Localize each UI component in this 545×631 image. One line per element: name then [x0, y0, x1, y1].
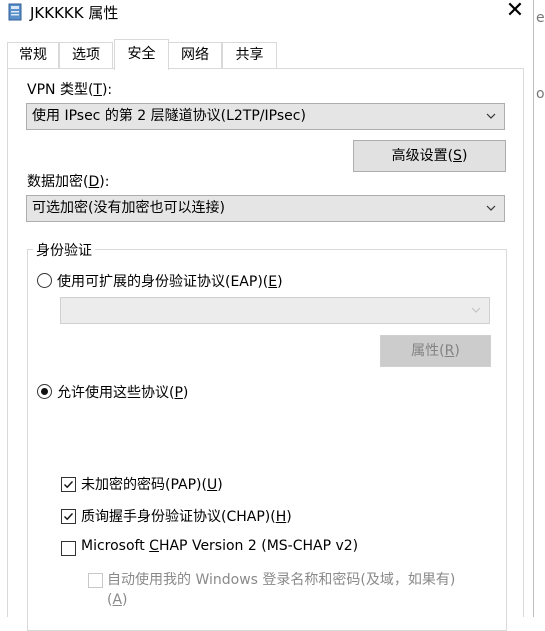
checkmark-icon	[64, 481, 74, 489]
connection-icon	[8, 3, 22, 21]
encryption-value: 可选加密(没有加密也可以连接)	[32, 200, 225, 216]
tab-sharing[interactable]: 共享	[222, 42, 277, 69]
ms-chap-v2-label[interactable]: Microsoft CHAP Version 2 (MS-CHAP v2)	[81, 538, 358, 554]
ms-chap-v2-checkbox[interactable]	[61, 541, 76, 556]
background-text: o	[536, 86, 545, 102]
advanced-settings-button[interactable]: 高级设置(S)	[353, 140, 506, 172]
close-icon: ✕	[505, 0, 525, 23]
authentication-legend: 身份验证	[33, 240, 95, 260]
vpn-type-value: 使用 IPsec 的第 2 层隧道协议(L2TP/IPsec)	[32, 108, 306, 124]
encryption-select[interactable]: 可选加密(没有加密也可以连接)	[26, 195, 505, 222]
eap-radio-label[interactable]: 使用可扩展的身份验证协议(EAP)(E)	[57, 271, 283, 291]
encryption-label: 数据加密(D):	[27, 174, 110, 190]
chevron-down-icon	[471, 298, 481, 323]
allow-protocols-label[interactable]: 允许使用这些协议(P)	[57, 382, 188, 402]
tab-security[interactable]: 安全	[114, 39, 169, 70]
chap-checkbox[interactable]	[61, 509, 76, 524]
checkmark-icon	[64, 513, 74, 521]
close-button[interactable]: ✕	[497, 0, 533, 24]
pap-label[interactable]: 未加密的密码(PAP)(U)	[81, 474, 223, 494]
chevron-down-icon	[486, 104, 496, 129]
tab-options[interactable]: 选项	[59, 42, 113, 69]
auto-logon-checkbox[interactable]	[88, 573, 103, 588]
allow-protocols-radio[interactable]	[37, 384, 52, 399]
window-title: JKKKKK 属性	[30, 4, 119, 22]
chap-label[interactable]: 质询握手身份验证协议(CHAP)(H)	[81, 506, 292, 526]
pap-checkbox[interactable]	[61, 477, 76, 492]
properties-dialog: JKKKKK 属性 ✕ 常规 选项 安全 网络 共享 VPN 类型(T): 使用…	[0, 0, 533, 631]
chevron-down-icon	[486, 196, 496, 221]
eap-properties-button[interactable]: 属性(R)	[380, 335, 491, 367]
auto-logon-label[interactable]: 自动使用我的 Windows 登录名称和密码(及域，如果有) (A)	[107, 570, 497, 610]
eap-radio[interactable]	[37, 273, 52, 288]
background-text: er	[536, 10, 545, 26]
vpn-type-label: VPN 类型(T):	[27, 82, 113, 98]
radio-selected-dot	[41, 388, 48, 395]
tab-networking[interactable]: 网络	[168, 42, 222, 69]
background-window: er o	[533, 0, 545, 617]
vpn-type-select[interactable]: 使用 IPsec 的第 2 层隧道协议(L2TP/IPsec)	[26, 103, 505, 130]
eap-method-select[interactable]	[60, 297, 490, 324]
tab-general[interactable]: 常规	[7, 42, 59, 69]
